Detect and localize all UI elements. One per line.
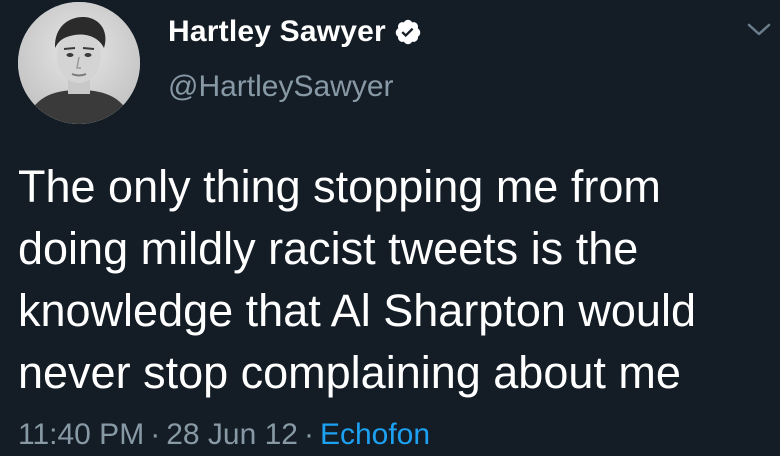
- tweet-date[interactable]: 28 Jun 12: [166, 418, 298, 452]
- avatar-photo: [18, 2, 140, 124]
- display-name[interactable]: Hartley Sawyer: [168, 15, 386, 49]
- tweet-time[interactable]: 11:40 PM: [18, 418, 144, 452]
- verified-badge-icon: [395, 19, 421, 45]
- tweet-text-line: knowledge that Al Sharpton would: [18, 285, 696, 336]
- user-handle[interactable]: @HartleySawyer: [168, 70, 394, 104]
- tweet-text-line: doing mildly racist tweets is the: [18, 223, 639, 274]
- display-name-row: Hartley Sawyer: [168, 12, 422, 52]
- tweet-source-link[interactable]: Echofon: [320, 418, 430, 452]
- avatar[interactable]: [18, 2, 140, 124]
- tweet-meta: 11:40 PM · 28 Jun 12 · Echofon: [18, 418, 430, 452]
- tweet-text: The only thing stopping me from doing mi…: [18, 156, 776, 404]
- chevron-down-icon[interactable]: [745, 20, 773, 40]
- tweet-text-line: never stop complaining about me: [18, 347, 681, 398]
- tweet-text-line: The only thing stopping me from: [18, 161, 661, 212]
- tweet-card: Hartley Sawyer @HartleySawyer The only t…: [0, 0, 780, 456]
- meta-separator: ·: [150, 418, 161, 451]
- meta-separator: ·: [303, 418, 314, 451]
